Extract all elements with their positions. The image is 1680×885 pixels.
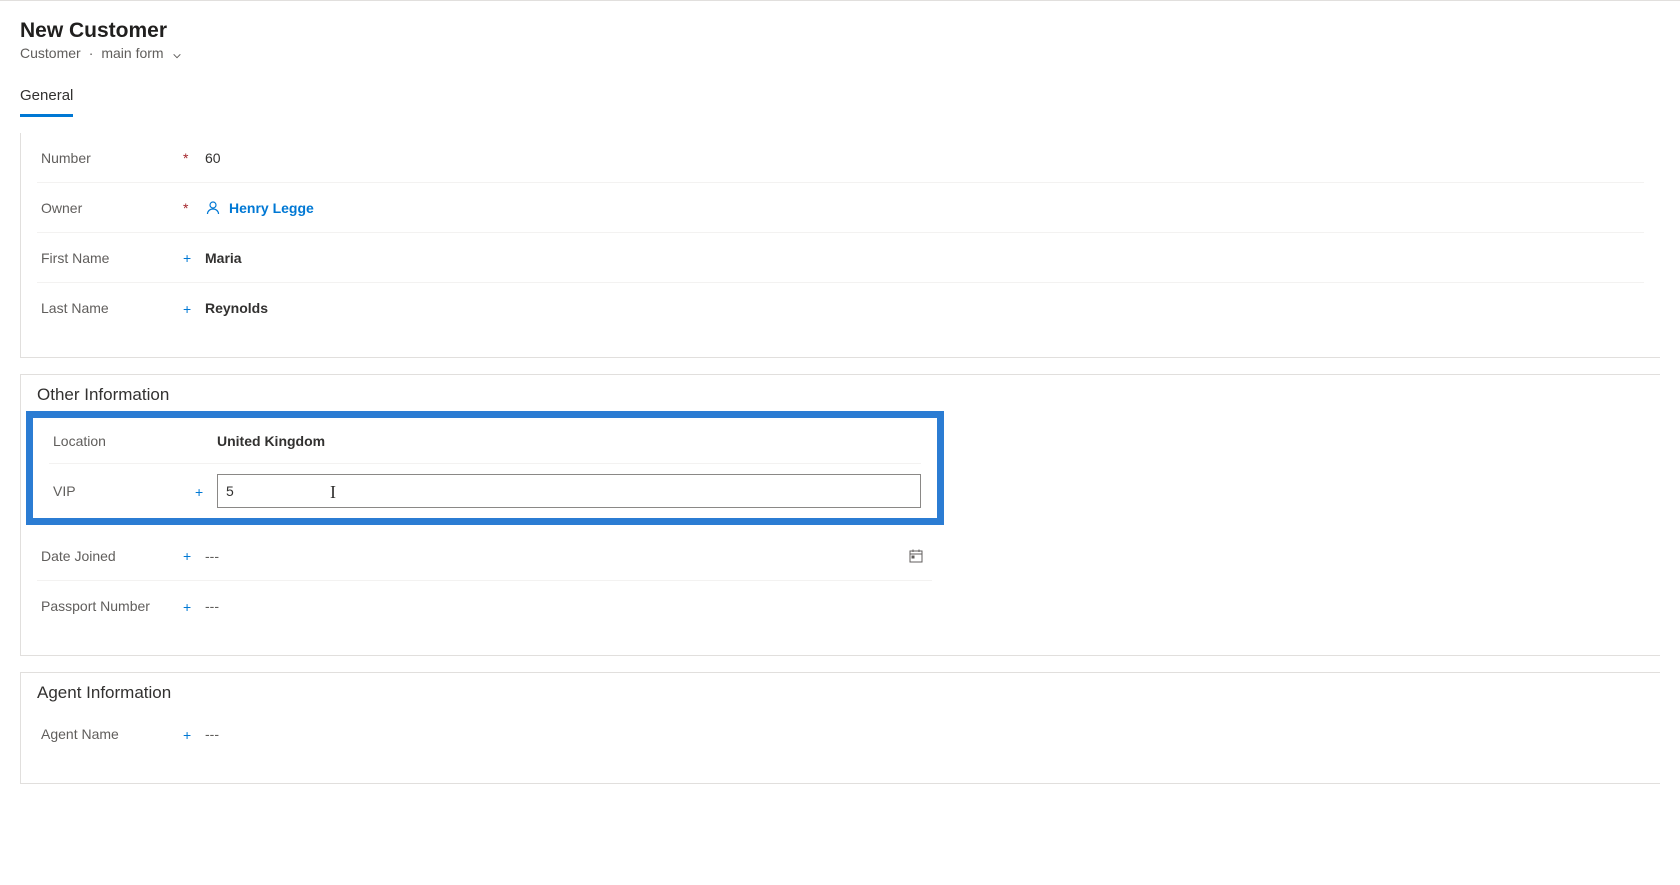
value-agent-name[interactable]: --- <box>205 722 932 746</box>
page-header: New Customer Customer · main form <box>0 15 1680 61</box>
field-row-vip: VIP + I <box>49 464 921 518</box>
recommended-marker: + <box>183 598 205 615</box>
label-passport: Passport Number <box>37 598 183 614</box>
tab-general[interactable]: General <box>20 81 73 117</box>
recommended-marker: + <box>183 547 205 564</box>
recommended-marker: + <box>195 483 217 500</box>
label-date-joined: Date Joined <box>37 548 183 564</box>
field-row-last-name: Last Name + Reynolds <box>37 283 1644 333</box>
section-other-information: Other Information Location United Kingdo… <box>20 374 1660 656</box>
label-agent-name: Agent Name <box>37 726 183 742</box>
section-agent-information: Agent Information Agent Name + --- <box>20 672 1660 784</box>
breadcrumb[interactable]: Customer · main form <box>20 45 1660 61</box>
section-title-agent-info: Agent Information <box>21 673 1660 709</box>
value-passport[interactable]: --- <box>205 594 932 618</box>
calendar-icon[interactable] <box>908 548 924 564</box>
value-owner[interactable]: Henry Legge <box>205 196 1644 220</box>
label-number: Number <box>37 150 183 166</box>
section-title-other-info: Other Information <box>21 375 1660 411</box>
highlight-annotation: Location United Kingdom VIP + I <box>26 411 944 525</box>
field-row-number: Number * 60 <box>37 133 1644 183</box>
label-vip: VIP <box>49 483 195 499</box>
label-location: Location <box>49 433 195 449</box>
value-first-name[interactable]: Maria <box>205 246 1644 270</box>
required-marker: * <box>183 199 205 216</box>
field-row-location: Location United Kingdom <box>49 418 921 464</box>
chevron-down-icon[interactable] <box>172 48 182 58</box>
breadcrumb-form-name: main form <box>101 45 163 61</box>
field-row-owner: Owner * Henry Legge <box>37 183 1644 233</box>
section-general: Number * 60 Owner * Henry Legge First Na… <box>20 133 1660 358</box>
required-marker: * <box>183 149 205 166</box>
value-date-joined[interactable]: --- <box>205 544 908 568</box>
recommended-marker: + <box>183 726 205 743</box>
spacer-marker <box>195 432 217 449</box>
breadcrumb-entity: Customer <box>20 45 81 61</box>
tabs-bar: General <box>0 81 1680 117</box>
vip-input[interactable] <box>217 474 921 508</box>
owner-name: Henry Legge <box>229 200 314 216</box>
field-row-date-joined: Date Joined + --- <box>37 531 932 581</box>
value-location[interactable]: United Kingdom <box>217 429 921 453</box>
label-first-name: First Name <box>37 250 183 266</box>
field-row-first-name: First Name + Maria <box>37 233 1644 283</box>
top-divider <box>0 0 1680 1</box>
recommended-marker: + <box>183 300 205 317</box>
field-row-passport: Passport Number + --- <box>37 581 932 631</box>
value-number[interactable]: 60 <box>205 146 1644 170</box>
label-last-name: Last Name <box>37 300 183 316</box>
recommended-marker: + <box>183 249 205 266</box>
label-owner: Owner <box>37 200 183 216</box>
person-icon <box>205 200 221 216</box>
page-title: New Customer <box>20 19 1660 43</box>
value-last-name[interactable]: Reynolds <box>205 296 1644 320</box>
breadcrumb-separator: · <box>89 45 94 61</box>
field-row-agent-name: Agent Name + --- <box>37 709 932 759</box>
